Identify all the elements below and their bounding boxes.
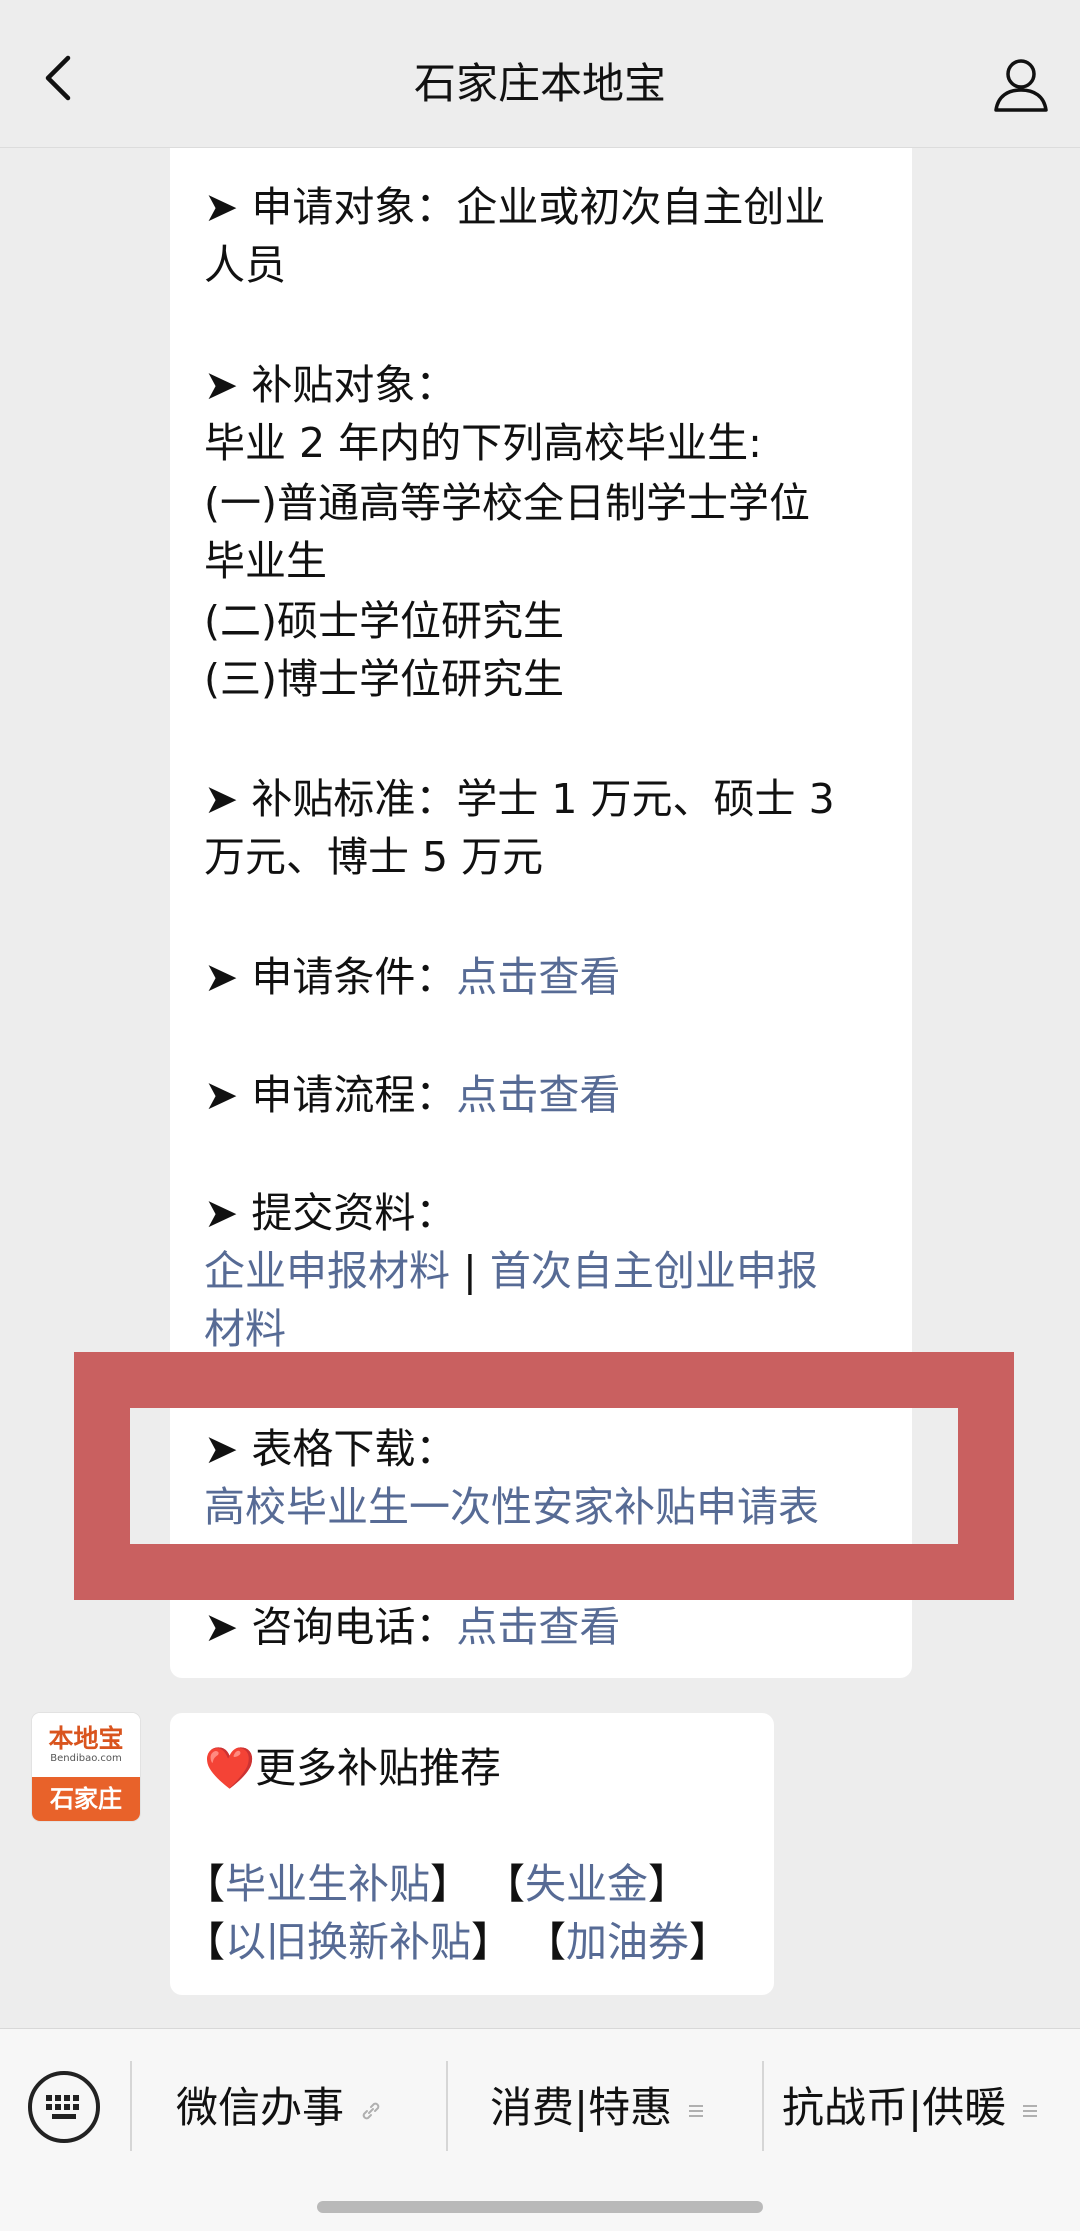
menu-lines-icon [680, 2098, 705, 2123]
link-icon [352, 2098, 383, 2123]
bracket-close: 】 [689, 1918, 731, 1966]
highlight-frame-right [958, 1352, 1014, 1600]
subsidy-target-desc: 毕业 2 年内的下列高校毕业生: [204, 419, 762, 467]
conditions-label: ➤ 申请条件： [204, 953, 457, 1001]
apply-target-text: ➤ 申请对象：企业或初次自主创业 [204, 183, 826, 231]
highlight-frame-left [74, 1352, 130, 1600]
bracket-close: 】 [648, 1860, 690, 1908]
consult-label: ➤ 咨询电话： [204, 1603, 457, 1651]
subsidy-item-1-cont: 毕业生 [204, 537, 327, 585]
menu-coin-heating-label: 抗战币|供暖 [782, 2083, 1007, 2132]
bracket-open: 【 [484, 1860, 526, 1908]
subsidy-item-3: (三)博士学位研究生 [204, 655, 564, 703]
menu-consumption-deals[interactable]: 消费|特惠 [490, 2073, 705, 2143]
subsidy-target-label: ➤ 补贴对象： [204, 361, 457, 409]
conditions-link[interactable]: 点击查看 [456, 953, 620, 1001]
menu-consumption-deals-label: 消费|特惠 [490, 2083, 673, 2132]
avatar-sub-text: Bendibao.com [50, 1753, 122, 1764]
process-label: ➤ 申请流程： [204, 1071, 457, 1119]
materials-label: ➤ 提交资料： [204, 1189, 457, 1237]
recommend-title-row: ❤️更多补贴推荐 [204, 1739, 501, 1797]
materials-separator: | [450, 1247, 490, 1295]
download-label: ➤ 表格下载： [204, 1425, 457, 1473]
bracket-open: 【 [184, 1860, 225, 1908]
menu-lines-icon [1014, 2098, 1039, 2123]
apply-target-text-cont: 人员 [204, 241, 286, 289]
menu-wechat-services-label: 微信办事 [176, 2083, 345, 2132]
profile-button[interactable] [988, 52, 1054, 118]
bracket-open: 【 [184, 1918, 225, 1966]
keyboard-button[interactable] [28, 2071, 100, 2143]
menu-divider [130, 2061, 132, 2151]
heart-icon: ❤️ [204, 1744, 256, 1792]
keyboard-icon [46, 2095, 79, 2119]
message-bubble: ➤ 申请对象：企业或初次自主创业 人员 ➤ 补贴对象： 毕业 2 年内的下列高校… [170, 148, 912, 1678]
menu-wechat-services[interactable]: 微信办事 [176, 2073, 383, 2143]
back-button[interactable] [30, 48, 90, 108]
graduate-subsidy-link[interactable]: 毕业生补贴 [225, 1860, 430, 1908]
chat-area: ➤ 申请对象：企业或初次自主创业 人员 ➤ 补贴对象： 毕业 2 年内的下列高校… [0, 148, 1080, 2028]
bracket-close: 】 [430, 1860, 471, 1908]
trade-in-subsidy-link[interactable]: 以旧换新补贴 [225, 1918, 471, 1966]
recommend-row-1: 【毕业生补贴】 【失业金】 [184, 1855, 689, 1913]
avatar-city-text: 石家庄 [32, 1777, 140, 1821]
bracket-close: 】 [471, 1918, 512, 1966]
subsidy-standard: ➤ 补贴标准：学士 1 万元、硕士 3 [204, 775, 835, 823]
process-row: ➤ 申请流程：点击查看 [204, 1066, 620, 1124]
bottom-menu-bar: 微信办事 消费|特惠 抗战币|供暖 [0, 2028, 1080, 2231]
unemployment-link[interactable]: 失业金 [525, 1860, 648, 1908]
message-bubble-recommend: ❤️更多补贴推荐 【毕业生补贴】 【失业金】 【以旧换新补贴】 【加油券】 [170, 1713, 774, 1995]
application-form-link[interactable]: 高校毕业生一次性安家补贴申请表 [204, 1478, 819, 1536]
process-link[interactable]: 点击查看 [456, 1071, 620, 1119]
avatar[interactable]: 本地宝 Bendibao.com 石家庄 [32, 1713, 140, 1821]
page-title: 石家庄本地宝 [413, 59, 666, 108]
consult-link[interactable]: 点击查看 [456, 1603, 620, 1651]
startup-materials-link-cont[interactable]: 材料 [204, 1300, 286, 1358]
chevron-left-icon [45, 55, 71, 101]
home-indicator[interactable] [317, 2201, 763, 2213]
subsidy-item-1: (一)普通高等学校全日制学士学位 [204, 479, 810, 527]
conditions-row: ➤ 申请条件：点击查看 [204, 948, 620, 1006]
menu-coin-heating[interactable]: 抗战币|供暖 [782, 2073, 1039, 2143]
enterprise-materials-link[interactable]: 企业申报材料 [204, 1247, 450, 1295]
consult-row: ➤ 咨询电话：点击查看 [204, 1598, 620, 1656]
person-icon [994, 59, 1048, 112]
menu-divider [446, 2061, 448, 2151]
recommend-row-2: 【以旧换新补贴】 【加油券】 [184, 1913, 730, 1971]
subsidy-item-2: (二)硕士学位研究生 [204, 597, 564, 645]
startup-materials-link[interactable]: 首次自主创业申报 [490, 1247, 818, 1295]
avatar-logo-text: 本地宝 [48, 1724, 124, 1753]
subsidy-standard-cont: 万元、博士 5 万元 [204, 833, 544, 881]
menu-divider [762, 2061, 764, 2151]
navigation-bar: 石家庄本地宝 [0, 0, 1080, 148]
fuel-coupon-link[interactable]: 加油券 [566, 1918, 689, 1966]
bracket-open: 【 [525, 1918, 567, 1966]
materials-row: 企业申报材料 | 首次自主创业申报 [204, 1242, 818, 1300]
recommend-title: 更多补贴推荐 [255, 1744, 502, 1792]
